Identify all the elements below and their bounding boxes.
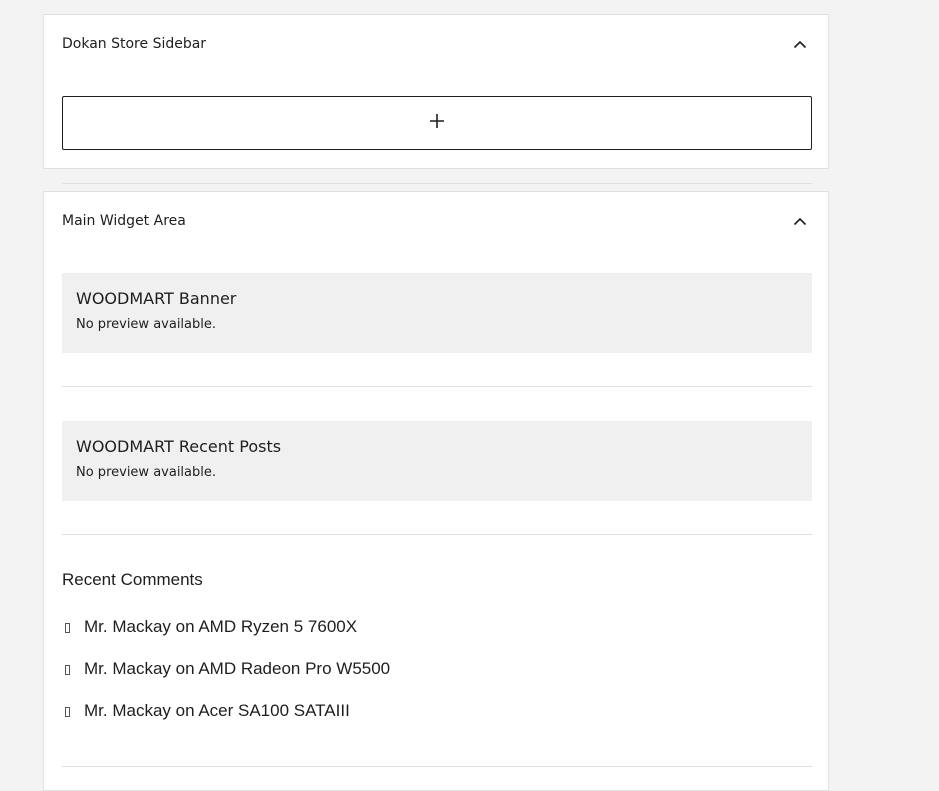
- chevron-up-icon[interactable]: [790, 34, 810, 54]
- dokan-store-sidebar-panel: Dokan Store Sidebar: [43, 14, 829, 169]
- panel-divider: [62, 183, 812, 184]
- dokan-panel-title: Dokan Store Sidebar: [62, 36, 207, 52]
- comment-link[interactable]: Mr. Mackay on Acer SA100 SATAIII: [84, 701, 350, 721]
- widget-preview-text: No preview available.: [76, 317, 216, 332]
- widget-title: WOODMART Recent Posts: [76, 437, 282, 456]
- widget-divider: [62, 386, 812, 387]
- chevron-up-icon[interactable]: [790, 211, 810, 231]
- widget-woodmart-recent-posts[interactable]: WOODMART Recent Posts No preview availab…: [62, 421, 812, 501]
- recent-comments-heading: Recent Comments: [62, 570, 203, 589]
- plus-icon: [429, 113, 445, 134]
- widget-title: WOODMART Banner: [76, 289, 237, 308]
- main-widget-area-panel: Main Widget Area WOODMART Banner No prev…: [43, 191, 829, 791]
- list-item: Mr. Mackay on AMD Radeon Pro W5500: [62, 659, 390, 701]
- main-panel-header[interactable]: Main Widget Area: [62, 192, 810, 250]
- comment-link[interactable]: Mr. Mackay on AMD Ryzen 5 7600X: [84, 617, 357, 637]
- dokan-panel-header[interactable]: Dokan Store Sidebar: [62, 15, 810, 73]
- missing-glyph-icon: [65, 623, 70, 633]
- widget-woodmart-banner[interactable]: WOODMART Banner No preview available.: [62, 273, 812, 353]
- missing-glyph-icon: [65, 665, 70, 675]
- widget-preview-text: No preview available.: [76, 465, 216, 480]
- widget-divider: [62, 534, 812, 535]
- main-panel-title: Main Widget Area: [62, 213, 186, 229]
- widget-divider: [62, 766, 812, 767]
- list-item: Mr. Mackay on Acer SA100 SATAIII: [62, 701, 390, 743]
- add-block-button[interactable]: [62, 96, 812, 150]
- comment-link[interactable]: Mr. Mackay on AMD Radeon Pro W5500: [84, 659, 390, 679]
- recent-comments-list: Mr. Mackay on AMD Ryzen 5 7600X Mr. Mack…: [62, 617, 390, 743]
- missing-glyph-icon: [65, 707, 70, 717]
- list-item: Mr. Mackay on AMD Ryzen 5 7600X: [62, 617, 390, 659]
